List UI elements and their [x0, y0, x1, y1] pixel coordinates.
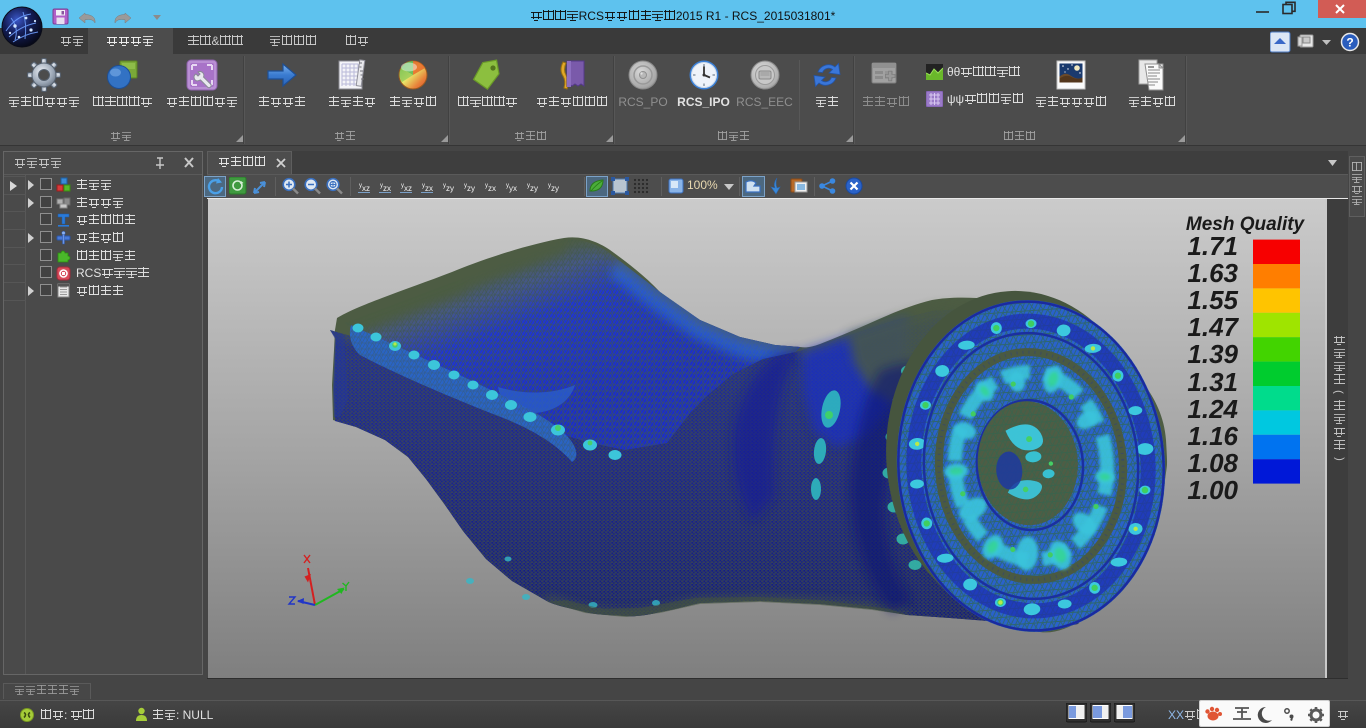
svg-text:1.39: 1.39: [1187, 339, 1238, 369]
svg-text:1.00: 1.00: [1187, 475, 1238, 505]
svg-text:1.31: 1.31: [1187, 367, 1238, 397]
svg-text:1.08: 1.08: [1187, 448, 1238, 478]
svg-text:?: ?: [1346, 36, 1353, 50]
svg-text:1.16: 1.16: [1187, 421, 1238, 451]
svg-text:1.55: 1.55: [1187, 285, 1238, 315]
svg-text:1.24: 1.24: [1187, 394, 1238, 424]
svg-text:1.71: 1.71: [1187, 231, 1238, 261]
svg-text:1.63: 1.63: [1187, 258, 1238, 288]
svg-text:1.47: 1.47: [1187, 312, 1239, 342]
